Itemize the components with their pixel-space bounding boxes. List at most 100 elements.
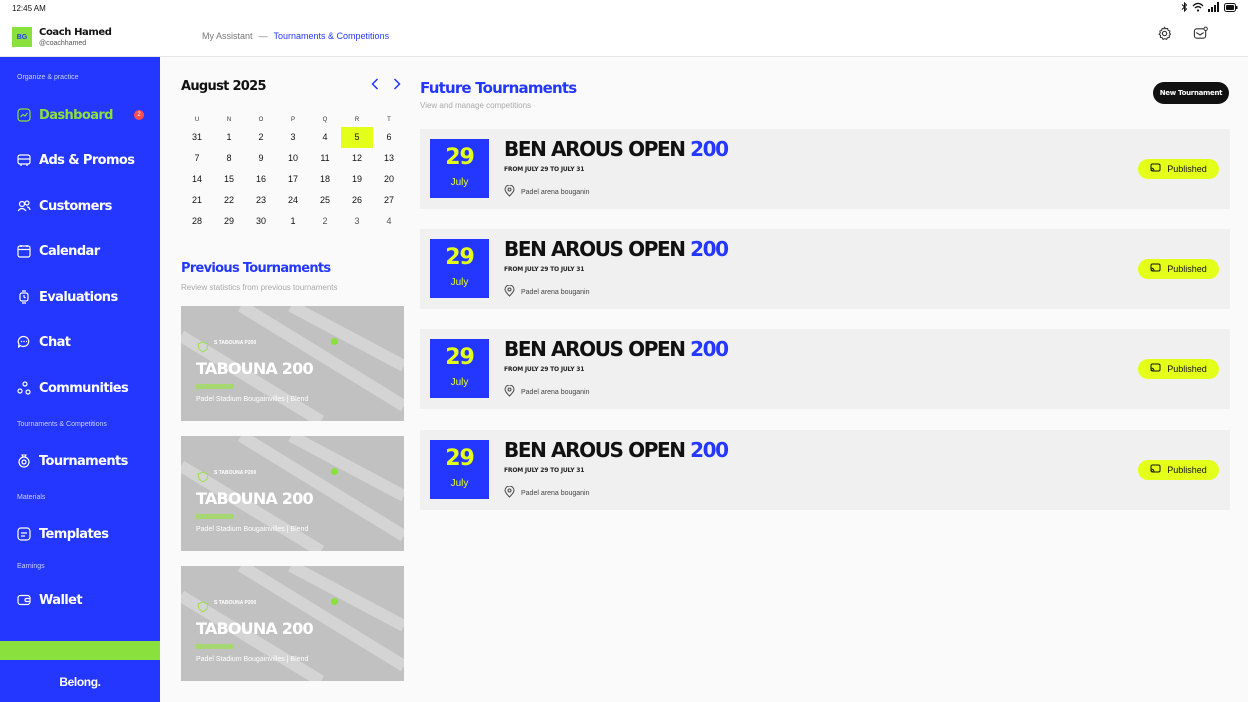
- calendar-day[interactable]: 19: [341, 169, 373, 190]
- calendar-day[interactable]: 8: [213, 148, 245, 169]
- status-label: Published: [1167, 264, 1207, 274]
- calendar-day-outside[interactable]: 2: [309, 211, 341, 232]
- breadcrumb-separator: —: [258, 31, 268, 41]
- date-badge: 29 July: [430, 239, 489, 298]
- calendar-day[interactable]: 18: [309, 169, 341, 190]
- calendar-day[interactable]: 11: [309, 148, 341, 169]
- tournament-card[interactable]: 29 July BEN AROUS OPEN 200 FROM JULY 29 …: [420, 229, 1230, 309]
- previous-tournament-card[interactable]: S TABOUNA P200 TABOUNA 200 Padel Stadium…: [181, 566, 404, 681]
- calendar-day[interactable]: 31: [181, 127, 213, 148]
- calendar-day[interactable]: 1: [213, 127, 245, 148]
- shield-icon: [197, 340, 209, 353]
- sidebar-item-label: Chat: [39, 334, 71, 350]
- sidebar-item-label: Evaluations: [39, 289, 118, 305]
- calendar-day-selected[interactable]: 5: [341, 127, 373, 148]
- card-small-title: S TABOUNA P200: [214, 600, 257, 606]
- weekday-label: U: [194, 117, 200, 123]
- calendar-day[interactable]: 12: [341, 148, 373, 169]
- card-location: Padel Stadium Bougainvilles | Blend: [196, 526, 309, 533]
- published-status-button[interactable]: Published: [1138, 359, 1219, 379]
- sidebar-profile[interactable]: BG Coach Hamed @coachhamed: [0, 16, 160, 57]
- previous-tournaments-subtitle: Review statistics from previous tourname…: [181, 283, 338, 292]
- previous-tournament-card[interactable]: S TABOUNA P200 TABOUNA 200 Padel Stadium…: [181, 436, 404, 551]
- shield-icon: [197, 600, 209, 613]
- date-day: 29: [445, 245, 475, 270]
- sidebar-item-customers[interactable]: Customers: [17, 197, 112, 215]
- published-status-button[interactable]: Published: [1138, 460, 1219, 480]
- calendar-day[interactable]: 29: [213, 211, 245, 232]
- sidebar-item-templates[interactable]: Templates: [17, 525, 109, 543]
- calendar-day[interactable]: 17: [277, 169, 309, 190]
- sidebar-item-evaluations[interactable]: Evaluations: [17, 288, 118, 306]
- sidebar-item-label: Customers: [39, 198, 112, 214]
- sidebar-item-wallet[interactable]: Wallet: [17, 591, 83, 609]
- sidebar-item-tournaments[interactable]: Tournaments: [17, 452, 128, 470]
- calendar-day[interactable]: 7: [181, 148, 213, 169]
- status-time: 12:45 AM: [12, 4, 46, 13]
- tournament-name: BEN AROUS OPEN 200: [504, 237, 729, 261]
- calendar-day[interactable]: 3: [277, 127, 309, 148]
- location-text: Padel arena bouganin: [521, 188, 590, 196]
- calendar-next-button[interactable]: [390, 78, 404, 93]
- megaphone-icon: [17, 153, 31, 167]
- tournament-location: Padel arena bouganin: [504, 485, 590, 500]
- weekday-label: R: [354, 117, 360, 123]
- settings-button[interactable]: [1156, 26, 1172, 44]
- calendar-day[interactable]: 13: [373, 148, 405, 169]
- header: My Assistant — Tournaments & Competition…: [160, 16, 1248, 57]
- calendar-week-row: 28 29 30 1 2 3 4: [181, 211, 405, 232]
- calendar-day-outside[interactable]: 4: [373, 211, 405, 232]
- tournament-card[interactable]: 29 July BEN AROUS OPEN 200 FROM JULY 29 …: [420, 329, 1230, 409]
- sidebar-item-communities[interactable]: Communities: [17, 379, 129, 397]
- tournament-card[interactable]: 29 July BEN AROUS OPEN 200 FROM JULY 29 …: [420, 129, 1230, 209]
- breadcrumb-parent[interactable]: My Assistant: [202, 31, 253, 41]
- calendar-day[interactable]: 15: [213, 169, 245, 190]
- calendar-day[interactable]: 20: [373, 169, 405, 190]
- calendar-day[interactable]: 16: [245, 169, 277, 190]
- notification-badge: 2: [134, 110, 144, 120]
- sidebar-item-calendar[interactable]: Calendar: [17, 242, 100, 260]
- card-small-title: S TABOUNA P200: [214, 470, 257, 476]
- calendar-weekday-row: U N O P Q R T: [181, 113, 405, 127]
- sidebar-item-ads-promos[interactable]: Ads & Promos: [17, 151, 135, 169]
- calendar-day[interactable]: 24: [277, 190, 309, 211]
- inbox-button[interactable]: [1192, 26, 1208, 44]
- tournament-level: 200: [690, 337, 729, 361]
- calendar-day[interactable]: 10: [277, 148, 309, 169]
- previous-tournament-card[interactable]: S TABOUNA P200 TABOUNA 200 Padel Stadium…: [181, 306, 404, 421]
- calendar-day[interactable]: 30: [245, 211, 277, 232]
- sidebar-item-chat[interactable]: Chat: [17, 333, 71, 351]
- cast-icon: [1150, 163, 1161, 175]
- communities-icon: [17, 381, 31, 395]
- calendar-day[interactable]: 4: [309, 127, 341, 148]
- calendar-day[interactable]: 6: [373, 127, 405, 148]
- sidebar-item-label: Templates: [39, 526, 109, 542]
- calendar-day[interactable]: 27: [373, 190, 405, 211]
- calendar-day[interactable]: 21: [181, 190, 213, 211]
- tournament-location: Padel arena bouganin: [504, 184, 590, 199]
- calendar-day[interactable]: 9: [245, 148, 277, 169]
- location-pin-icon: [504, 485, 515, 500]
- calendar-grid: U N O P Q R T 31 1 2 3 4 5 6 7 8 9 10 11…: [181, 113, 405, 232]
- watch-icon: [17, 290, 31, 304]
- calendar-day-outside[interactable]: 3: [341, 211, 373, 232]
- calendar-day[interactable]: 28: [181, 211, 213, 232]
- calendar-day[interactable]: 23: [245, 190, 277, 211]
- published-status-button[interactable]: Published: [1138, 159, 1219, 179]
- new-tournament-button[interactable]: New Tournament: [1153, 82, 1229, 104]
- calendar-day[interactable]: 22: [213, 190, 245, 211]
- location-text: Padel arena bouganin: [521, 388, 590, 396]
- breadcrumb-current[interactable]: Tournaments & Competitions: [274, 31, 390, 41]
- calendar-day[interactable]: 14: [181, 169, 213, 190]
- calendar-day[interactable]: 1: [277, 211, 309, 232]
- sidebar-item-label: Dashboard: [39, 107, 113, 123]
- calendar-day[interactable]: 26: [341, 190, 373, 211]
- calendar-prev-button[interactable]: [368, 78, 382, 93]
- sidebar-item-dashboard[interactable]: Dashboard: [17, 106, 113, 124]
- published-status-button[interactable]: Published: [1138, 259, 1219, 279]
- calendar-day[interactable]: 2: [245, 127, 277, 148]
- avatar: BG: [12, 27, 32, 47]
- tournament-card[interactable]: 29 July BEN AROUS OPEN 200 FROM JULY 29 …: [420, 430, 1230, 510]
- calendar-day[interactable]: 25: [309, 190, 341, 211]
- tournament-location: Padel arena bouganin: [504, 384, 590, 399]
